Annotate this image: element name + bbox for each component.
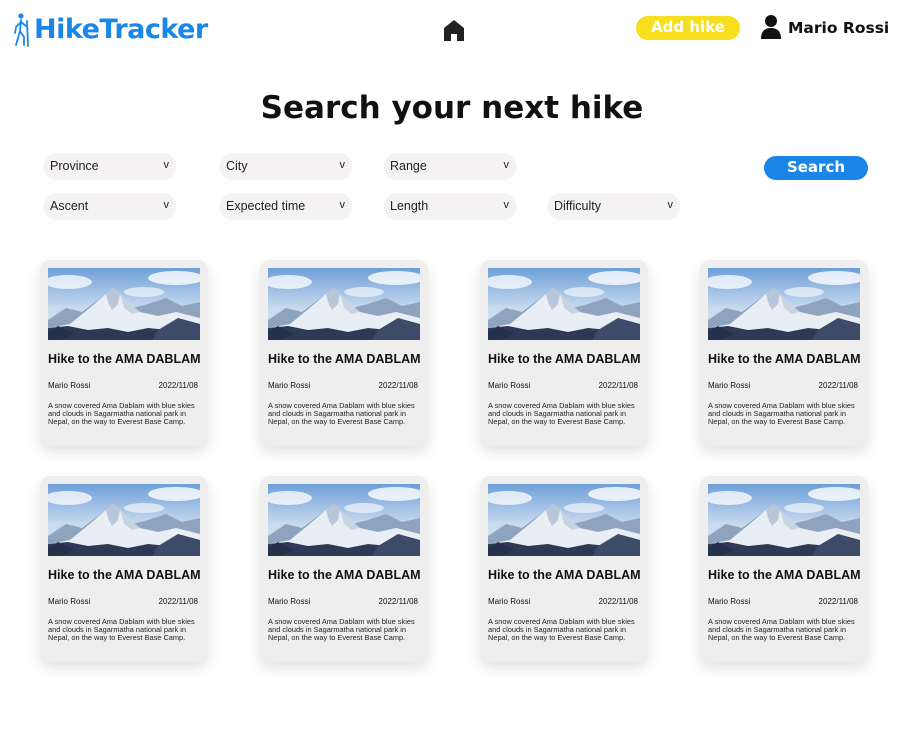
hike-card[interactable]: Hike to the AMA DABLAM Mario Rossi 2022/… (700, 260, 868, 446)
hike-description: A snow covered Ama Dablam with blue skie… (488, 617, 635, 642)
chevron-down-icon: v (163, 159, 170, 171)
hike-author: Mario Rossi (488, 381, 531, 390)
hike-title: Hike to the AMA DABLAM (268, 352, 421, 366)
difficulty-label: Difficulty (554, 199, 602, 213)
hike-title: Hike to the AMA DABLAM (488, 352, 641, 366)
page-title: Search your next hike (260, 90, 644, 126)
hike-date: 2022/11/08 (158, 597, 198, 606)
hike-card[interactable]: Hike to the AMA DABLAM Mario Rossi 2022/… (40, 476, 208, 662)
hike-date: 2022/11/08 (598, 597, 638, 606)
ascent-label: Ascent (50, 199, 89, 213)
hike-photo (488, 268, 640, 340)
top-nav: HikeTracker Add hike Mario Rossi (0, 0, 904, 62)
hike-photo (488, 484, 640, 556)
chevron-down-icon: v (163, 199, 170, 211)
hike-photo (268, 268, 420, 340)
hike-card[interactable]: Hike to the AMA DABLAM Mario Rossi 2022/… (260, 260, 428, 446)
chevron-down-icon: v (339, 159, 346, 171)
hike-date: 2022/11/08 (598, 381, 638, 390)
range-select[interactable]: Range v (384, 153, 516, 179)
chevron-down-icon: v (667, 199, 674, 211)
hike-photo (708, 268, 860, 340)
chevron-down-icon: v (339, 199, 346, 211)
hike-description: A snow covered Ama Dablam with blue skie… (48, 401, 195, 426)
hiker-icon (14, 13, 29, 47)
user-icon (761, 15, 781, 39)
chevron-down-icon: v (503, 159, 510, 171)
hike-author: Mario Rossi (708, 597, 751, 606)
hike-card[interactable]: Hike to the AMA DABLAM Mario Rossi 2022/… (700, 476, 868, 662)
ascent-select[interactable]: Ascent v (44, 193, 176, 219)
hike-date: 2022/11/08 (378, 597, 418, 606)
home-button[interactable] (441, 17, 467, 43)
hike-description: A snow covered Ama Dablam with blue skie… (268, 401, 415, 426)
hike-description: A snow covered Ama Dablam with blue skie… (488, 401, 635, 426)
hike-author: Mario Rossi (268, 381, 311, 390)
hike-title: Hike to the AMA DABLAM (48, 352, 201, 366)
hike-card[interactable]: Hike to the AMA DABLAM Mario Rossi 2022/… (480, 476, 648, 662)
hike-author: Mario Rossi (48, 381, 91, 390)
hike-card[interactable]: Hike to the AMA DABLAM Mario Rossi 2022/… (480, 260, 648, 446)
add-hike-button[interactable]: Add hike (636, 16, 740, 40)
hike-author: Mario Rossi (708, 381, 751, 390)
hike-title: Hike to the AMA DABLAM (708, 352, 861, 366)
logo[interactable]: HikeTracker (12, 12, 208, 48)
search-button[interactable]: Search (764, 156, 868, 180)
city-select[interactable]: City v (220, 153, 352, 179)
hike-title: Hike to the AMA DABLAM (488, 568, 641, 582)
logo-text: HikeTracker (34, 14, 208, 45)
hike-title: Hike to the AMA DABLAM (708, 568, 861, 582)
hike-photo (268, 484, 420, 556)
hike-photo (48, 484, 200, 556)
hike-photo (708, 484, 860, 556)
hike-photo (48, 268, 200, 340)
city-label: City (226, 159, 248, 173)
home-icon (444, 20, 464, 41)
hike-author: Mario Rossi (268, 597, 311, 606)
user-menu[interactable]: Mario Rossi (760, 14, 889, 40)
hike-date: 2022/11/08 (818, 381, 858, 390)
province-select[interactable]: Province v (44, 153, 176, 179)
hike-date: 2022/11/08 (818, 597, 858, 606)
hike-author: Mario Rossi (488, 597, 531, 606)
expected-time-label: Expected time (226, 199, 306, 213)
hike-date: 2022/11/08 (378, 381, 418, 390)
range-label: Range (390, 159, 427, 173)
hike-description: A snow covered Ama Dablam with blue skie… (268, 617, 415, 642)
hike-title: Hike to the AMA DABLAM (48, 568, 201, 582)
expected-time-select[interactable]: Expected time v (220, 193, 352, 219)
chevron-down-icon: v (503, 199, 510, 211)
hike-author: Mario Rossi (48, 597, 91, 606)
user-name: Mario Rossi (788, 19, 890, 37)
hike-title: Hike to the AMA DABLAM (268, 568, 421, 582)
hike-description: A snow covered Ama Dablam with blue skie… (708, 617, 855, 642)
hike-date: 2022/11/08 (158, 381, 198, 390)
hike-card[interactable]: Hike to the AMA DABLAM Mario Rossi 2022/… (260, 476, 428, 662)
difficulty-select[interactable]: Difficulty v (548, 193, 680, 219)
length-select[interactable]: Length v (384, 193, 516, 219)
hike-description: A snow covered Ama Dablam with blue skie… (48, 617, 195, 642)
province-label: Province (50, 159, 99, 173)
hike-description: A snow covered Ama Dablam with blue skie… (708, 401, 855, 426)
length-label: Length (390, 199, 429, 213)
hike-card[interactable]: Hike to the AMA DABLAM Mario Rossi 2022/… (40, 260, 208, 446)
